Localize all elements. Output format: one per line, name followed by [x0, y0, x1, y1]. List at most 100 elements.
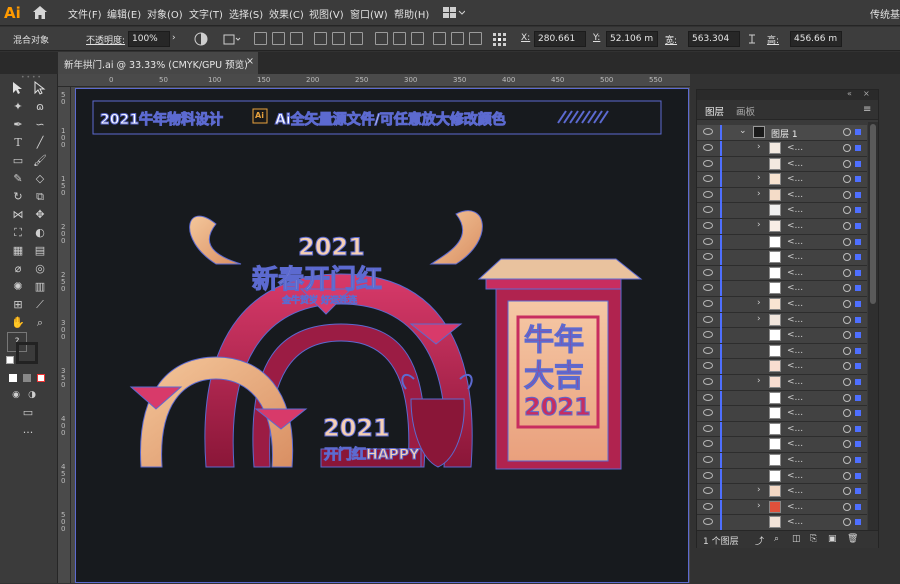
target-icon[interactable]: [843, 393, 851, 402]
expand-arrow-icon[interactable]: ›: [757, 173, 761, 183]
puppet-warp-tool-icon[interactable]: ✥: [32, 208, 48, 222]
selection-indicator[interactable]: [855, 316, 861, 323]
sublayer-row[interactable]: › <...: [697, 219, 867, 235]
direct-selection-tool-icon[interactable]: [32, 81, 46, 95]
sublayer-name[interactable]: <...: [787, 174, 803, 184]
hand-tool-icon[interactable]: ✋: [10, 316, 26, 330]
selection-indicator[interactable]: [855, 223, 861, 229]
selection-indicator[interactable]: [855, 176, 861, 183]
target-icon[interactable]: [843, 409, 851, 418]
selection-indicator[interactable]: [855, 285, 861, 292]
align-bottom-icon[interactable]: [350, 32, 363, 45]
edit-toolbar-icon[interactable]: ···: [20, 426, 36, 440]
sublayer-name[interactable]: <...: [787, 221, 803, 231]
sublayer-row[interactable]: <...: [697, 250, 867, 266]
visibility-eye-icon[interactable]: [703, 487, 713, 495]
height-input[interactable]: 456.66 m: [790, 31, 842, 47]
selection-indicator[interactable]: [855, 472, 861, 479]
target-icon[interactable]: [843, 487, 851, 496]
sublayer-name[interactable]: <...: [787, 315, 803, 325]
menu-type[interactable]: 文字(T): [189, 6, 223, 21]
opacity-dropdown-icon[interactable]: ›: [172, 33, 176, 43]
sublayer-name[interactable]: <...: [787, 252, 803, 262]
target-icon[interactable]: [843, 456, 851, 464]
sublayer-row[interactable]: <...: [697, 265, 867, 282]
stroke-color-swatch[interactable]: [16, 342, 38, 364]
sublayer-row[interactable]: › <...: [697, 172, 867, 188]
layer-row[interactable]: ⌄ 图层 1: [697, 125, 867, 141]
menu-effect[interactable]: 效果(C): [269, 6, 304, 21]
selection-indicator[interactable]: [855, 410, 861, 417]
selection-indicator[interactable]: [855, 254, 861, 261]
sublayer-row[interactable]: › <...: [697, 187, 867, 204]
selection-indicator[interactable]: [855, 145, 861, 151]
draw-normal-icon[interactable]: ◉: [8, 388, 24, 402]
sublayer-row[interactable]: <...: [697, 421, 867, 438]
rotate-tool-icon[interactable]: ↻: [10, 190, 26, 204]
sublayer-name[interactable]: <...: [787, 471, 803, 481]
blend-tool-icon[interactable]: ◎: [32, 262, 48, 276]
target-icon[interactable]: [843, 440, 851, 449]
sublayer-name[interactable]: <...: [787, 455, 803, 465]
panel-menu-icon[interactable]: ≡: [863, 104, 871, 115]
sublayer-name[interactable]: <...: [787, 346, 803, 356]
clipping-mask-icon[interactable]: ◫: [792, 534, 801, 544]
draw-behind-icon[interactable]: ◑: [24, 388, 40, 402]
paintbrush-tool-icon[interactable]: 🖌: [32, 154, 48, 168]
type-tool-icon[interactable]: T: [10, 136, 26, 150]
selection-indicator[interactable]: [855, 488, 861, 495]
sublayer-row[interactable]: <...: [697, 328, 867, 344]
menu-view[interactable]: 视图(V): [309, 6, 344, 21]
delete-icon[interactable]: 🗑: [847, 534, 858, 544]
close-panel-icon[interactable]: ×: [863, 89, 870, 98]
selection-indicator[interactable]: [855, 363, 861, 370]
target-icon[interactable]: [843, 222, 851, 230]
menu-edit[interactable]: 编辑(E): [107, 6, 141, 21]
align-center-h-icon[interactable]: [272, 32, 285, 45]
distribute-top-icon[interactable]: [375, 32, 388, 45]
visibility-eye-icon[interactable]: [703, 346, 713, 354]
sublayer-name[interactable]: <...: [787, 299, 803, 309]
target-icon[interactable]: [843, 159, 851, 168]
target-icon[interactable]: [843, 346, 851, 355]
target-icon[interactable]: [843, 315, 851, 324]
align-left-icon[interactable]: [254, 32, 267, 45]
selection-indicator[interactable]: [855, 191, 861, 198]
target-icon[interactable]: [843, 471, 851, 480]
collapse-arrow-icon[interactable]: ⌄: [739, 126, 747, 136]
expand-arrow-icon[interactable]: ›: [757, 189, 761, 199]
visibility-eye-icon[interactable]: [703, 190, 713, 198]
pen-tool-icon[interactable]: ✒: [10, 118, 26, 132]
distribute-center-v-icon[interactable]: [393, 32, 406, 45]
y-input[interactable]: 52.106 m: [606, 31, 658, 47]
home-icon[interactable]: [32, 5, 48, 20]
sublayer-name[interactable]: <...: [787, 486, 803, 496]
selection-indicator[interactable]: [855, 160, 861, 167]
visibility-eye-icon[interactable]: [703, 409, 713, 417]
align-top-icon[interactable]: [314, 32, 327, 45]
gradient-fill-icon[interactable]: [23, 374, 31, 382]
selection-indicator[interactable]: [855, 207, 861, 214]
target-icon[interactable]: [843, 378, 851, 386]
sublayer-name[interactable]: <...: [787, 237, 803, 247]
visibility-eye-icon[interactable]: [703, 128, 713, 135]
sublayer-row[interactable]: › <...: [697, 141, 867, 157]
rectangle-tool-icon[interactable]: ▭: [10, 154, 26, 168]
visibility-eye-icon[interactable]: [703, 378, 713, 385]
sublayer-name[interactable]: <...: [787, 159, 803, 169]
distribute-center-h-icon[interactable]: [451, 32, 464, 45]
sublayer-row[interactable]: <...: [697, 406, 867, 422]
target-icon[interactable]: [843, 190, 851, 199]
opacity-label[interactable]: 不透明度:: [86, 33, 125, 46]
sublayer-name[interactable]: <...: [787, 268, 803, 278]
selection-indicator[interactable]: [855, 238, 861, 245]
selection-indicator[interactable]: [855, 457, 861, 463]
sublayer-row[interactable]: › <...: [697, 375, 867, 391]
target-icon[interactable]: [843, 300, 851, 308]
screen-mode-icon[interactable]: ▭: [20, 406, 36, 420]
visibility-eye-icon[interactable]: [703, 456, 713, 463]
sublayer-name[interactable]: <...: [787, 361, 803, 371]
artboard-tool-icon[interactable]: ⊞: [10, 298, 26, 312]
width-tool-icon[interactable]: ⋈: [10, 208, 26, 222]
align-right-icon[interactable]: [290, 32, 303, 45]
